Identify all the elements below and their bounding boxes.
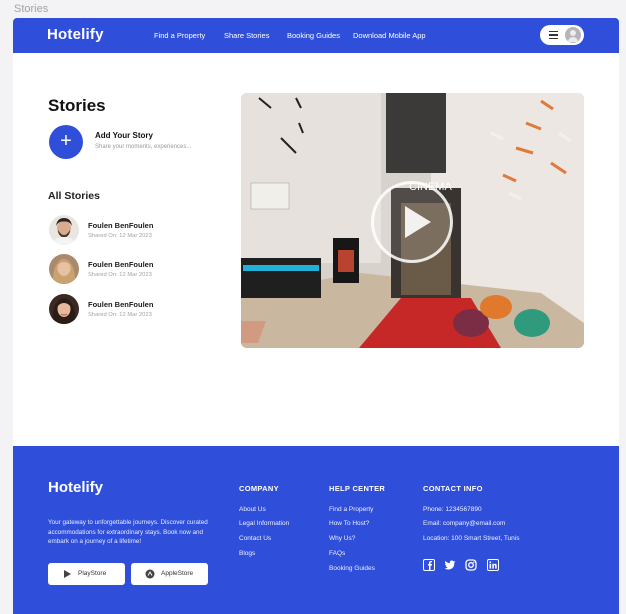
footer-logo[interactable]: Hotelify: [48, 479, 103, 496]
footer: Hotelify Your gateway to unforgettable j…: [13, 446, 619, 614]
playstore-icon: [64, 570, 71, 578]
footer-link-blogs[interactable]: Blogs: [239, 550, 255, 557]
nav-find-property[interactable]: Find a Property: [154, 31, 205, 40]
applestore-button[interactable]: AppleStore: [131, 563, 208, 585]
add-story-button[interactable]: +: [49, 125, 83, 159]
story-author: Foulen BenFoulen: [88, 221, 154, 230]
story-avatar: [49, 254, 79, 284]
playstore-label: PlayStore: [78, 570, 107, 577]
story-author: Foulen BenFoulen: [88, 300, 154, 309]
add-story-subtitle: Share your moments, experiences...: [95, 144, 192, 150]
story-date: Shared On: 12 Mar 2023: [88, 312, 152, 318]
user-avatar-icon: [565, 27, 581, 43]
linkedin-icon[interactable]: [487, 559, 499, 571]
contact-info-heading: CONTACT INFO: [423, 484, 483, 493]
contact-email: Email: company@email.com: [423, 520, 506, 527]
story-date: Shared On: 12 Mar 2023: [88, 233, 152, 239]
footer-link-how-to-host[interactable]: How To Host?: [329, 520, 369, 527]
add-story-title[interactable]: Add Your Story: [95, 131, 153, 140]
story-author: Foulen BenFoulen: [88, 260, 154, 269]
story-item[interactable]: Foulen BenFoulen Shared On: 12 Mar 2023: [49, 254, 229, 286]
footer-link-legal[interactable]: Legal Information: [239, 520, 289, 527]
contact-phone: Phone: 1234567890: [423, 506, 482, 513]
footer-link-why-us[interactable]: Why Us?: [329, 535, 355, 542]
plus-icon: +: [60, 130, 72, 152]
footer-link-find-property[interactable]: Find a Property: [329, 506, 373, 513]
user-menu-button[interactable]: [540, 25, 584, 45]
story-date: Shared On: 12 Mar 2023: [88, 272, 152, 278]
play-icon[interactable]: [371, 181, 453, 263]
footer-link-about[interactable]: About Us: [239, 506, 266, 513]
page-title: Stories: [48, 96, 106, 115]
frame-label: Stories: [14, 3, 49, 15]
hamburger-icon: [549, 31, 558, 40]
footer-link-faqs[interactable]: FAQs: [329, 550, 345, 557]
footer-tagline: Your gateway to unforgettable journeys. …: [48, 519, 208, 545]
nav-booking-guides[interactable]: Booking Guides: [287, 31, 340, 40]
all-stories-heading: All Stories: [48, 190, 100, 202]
nav-share-stories[interactable]: Share Stories: [224, 31, 269, 40]
page: Hotelify Find a Property Share Stories B…: [13, 18, 619, 614]
company-heading: COMPANY: [239, 484, 279, 493]
playstore-button[interactable]: PlayStore: [48, 563, 125, 585]
help-center-heading: HELP CENTER: [329, 484, 386, 493]
story-item[interactable]: Foulen BenFoulen Shared On: 12 Mar 2023: [49, 215, 229, 247]
nav-download-app[interactable]: Download Mobile App: [353, 31, 426, 40]
story-avatar: [49, 294, 79, 324]
footer-link-booking-guides[interactable]: Booking Guides: [329, 565, 375, 572]
apple-icon: [145, 569, 155, 579]
contact-location: Location: 100 Smart Street, Tunis: [423, 535, 520, 542]
facebook-icon[interactable]: [423, 559, 435, 571]
twitter-icon[interactable]: [444, 559, 456, 571]
instagram-icon[interactable]: [465, 559, 477, 571]
applestore-label: AppleStore: [161, 570, 194, 577]
top-navbar: Hotelify Find a Property Share Stories B…: [13, 18, 619, 53]
story-avatar: [49, 215, 79, 245]
brand-logo[interactable]: Hotelify: [47, 26, 104, 43]
footer-link-contact[interactable]: Contact Us: [239, 535, 271, 542]
story-video[interactable]: CINEMA: [241, 93, 584, 348]
story-item[interactable]: Foulen BenFoulen Shared On: 12 Mar 2023: [49, 294, 229, 326]
